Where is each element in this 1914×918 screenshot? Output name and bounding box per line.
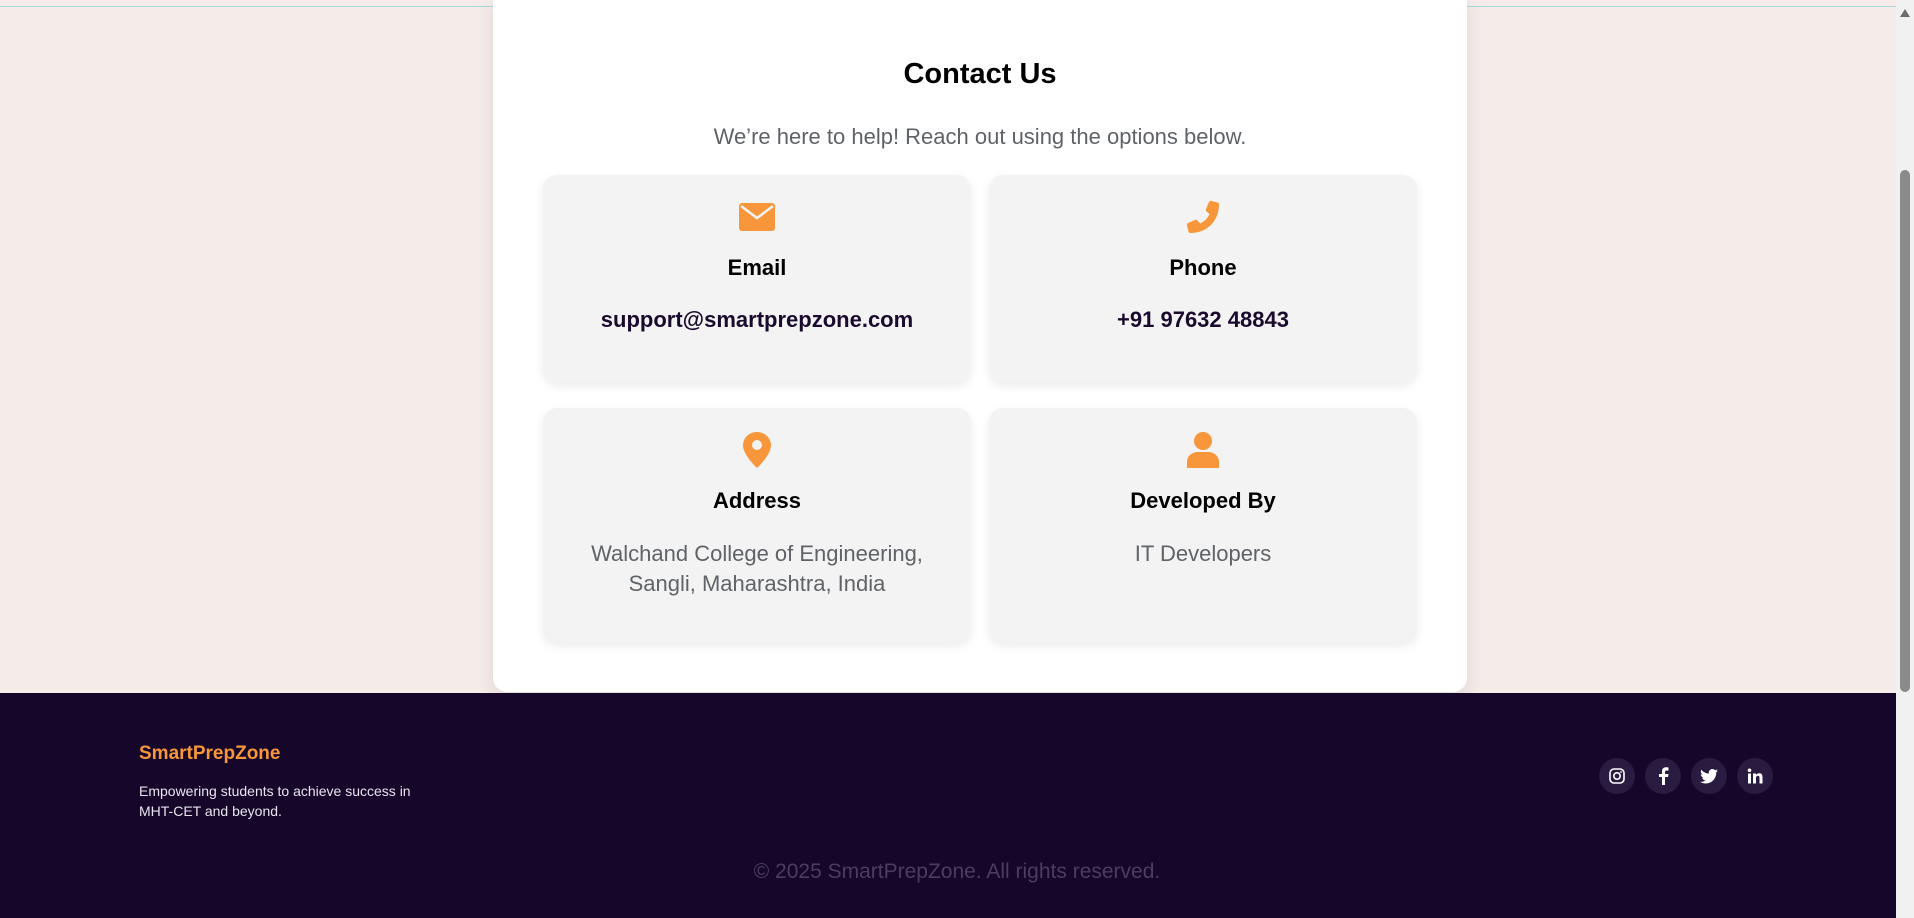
contact-section: Contact Us We’re here to help! Reach out… [493, 0, 1467, 692]
address-heading: Address [712, 488, 802, 513]
footer-tagline: Empowering students to achieve success i… [139, 783, 411, 819]
vertical-scrollbar[interactable] [1896, 0, 1914, 918]
email-card: Email support@smartprepzone.com [543, 175, 971, 382]
contact-title: Contact Us [903, 58, 1057, 90]
developer-card: Developed By IT Developers [989, 408, 1417, 642]
email-link[interactable]: support@smartprepzone.com [543, 307, 971, 333]
developer-text: IT Developers [1134, 541, 1272, 566]
social-links [1599, 758, 1773, 794]
map-pin-icon [543, 432, 971, 468]
address-card: Address Walchand College of Engineering,… [543, 408, 971, 642]
phone-link[interactable]: +91 97632 48843 [989, 307, 1417, 333]
copyright-text: © 2025 SmartPrepZone. All rights reserve… [753, 860, 1161, 883]
footer-brand[interactable]: SmartPrepZone [139, 743, 280, 765]
address-text: Walchand College of Engineering, Sangli,… [591, 541, 923, 596]
scroll-up-icon[interactable] [1896, 8, 1914, 22]
envelope-icon [543, 199, 971, 235]
user-icon [989, 432, 1417, 468]
site-footer: SmartPrepZone Empowering students to ach… [0, 693, 1896, 918]
instagram-icon[interactable] [1599, 758, 1635, 794]
twitter-icon[interactable] [1691, 758, 1727, 794]
contact-subtitle: We’re here to help! Reach out using the … [713, 124, 1247, 149]
phone-icon [989, 199, 1417, 235]
email-heading: Email [727, 255, 787, 280]
linkedin-icon[interactable] [1737, 758, 1773, 794]
facebook-icon[interactable] [1645, 758, 1681, 794]
phone-card: Phone +91 97632 48843 [989, 175, 1417, 382]
phone-heading: Phone [1169, 255, 1237, 280]
developer-heading: Developed By [1130, 488, 1276, 513]
scrollbar-thumb[interactable] [1900, 170, 1910, 692]
